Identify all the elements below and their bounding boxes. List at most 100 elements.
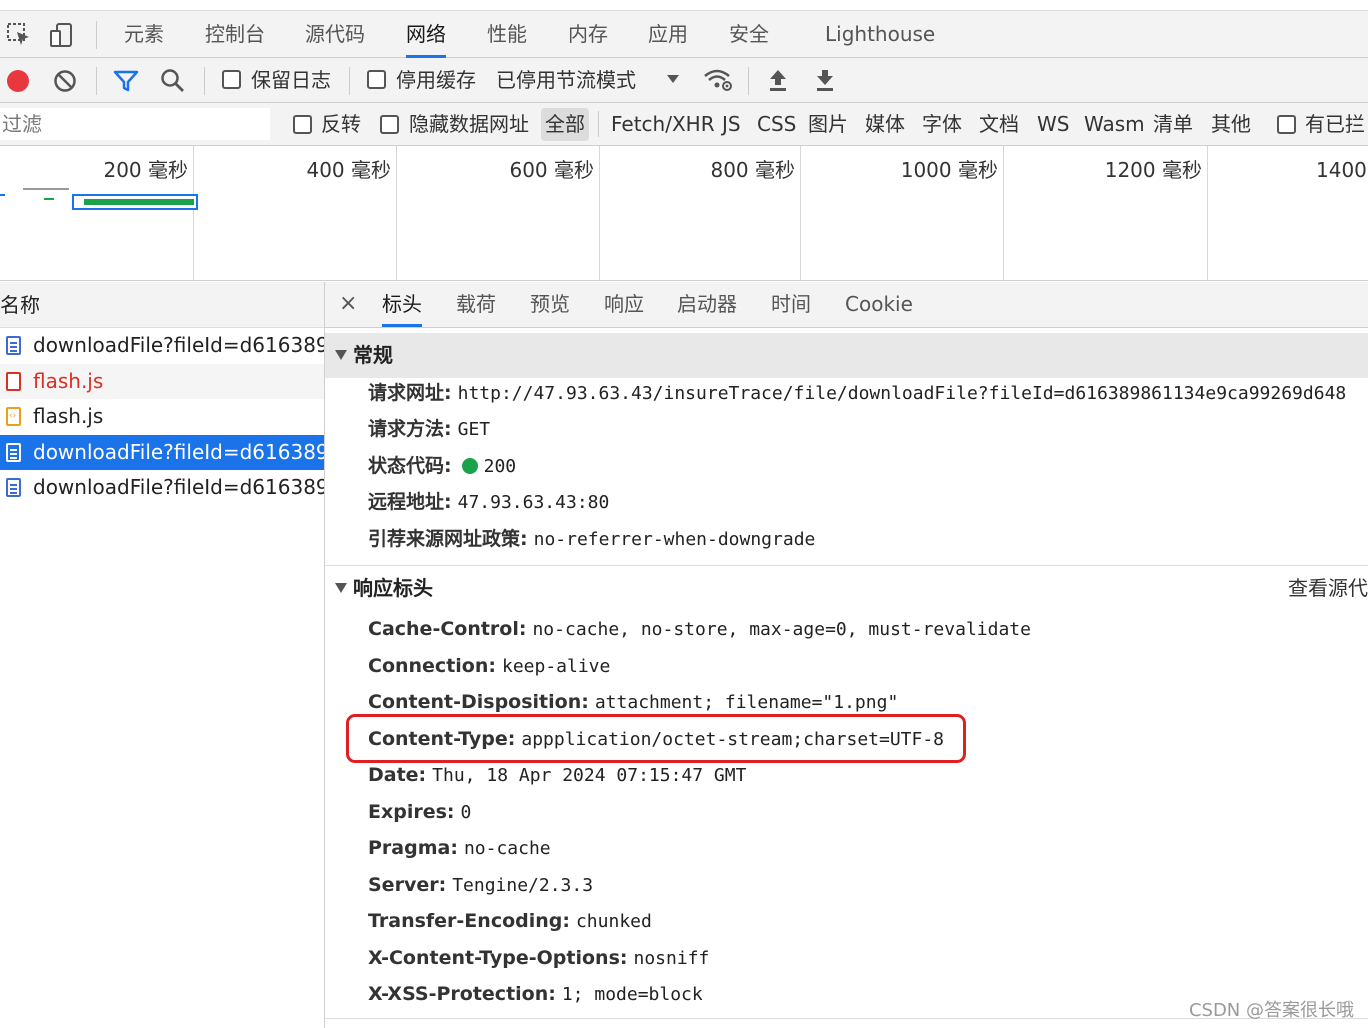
- type-filter-11[interactable]: 其他: [1207, 108, 1255, 141]
- tab-3[interactable]: 网络: [406, 11, 446, 58]
- detail-tab-1[interactable]: 载荷: [456, 282, 496, 327]
- import-har-icon[interactable]: [767, 68, 789, 92]
- request-row[interactable]: flash.js: [0, 363, 324, 399]
- network-toolbar: 保留日志 停用缓存 已停用节流模式: [0, 58, 1368, 103]
- type-filter-1[interactable]: Fetch/XHR: [607, 108, 719, 141]
- type-filter-6[interactable]: 字体: [918, 108, 966, 141]
- detail-tab-5[interactable]: 时间: [771, 282, 811, 327]
- request-row[interactable]: downloadFile?fileId=d616389...: [0, 328, 324, 364]
- clear-icon[interactable]: [53, 69, 77, 93]
- blocked-requests-checkbox[interactable]: [1277, 115, 1296, 134]
- toolbar-divider: [96, 67, 97, 95]
- selected-request-bar: [72, 194, 198, 210]
- invert-label: 反转: [321, 112, 361, 136]
- toolbar-divider: [96, 21, 97, 49]
- header-value[interactable]: keep-alive: [502, 656, 610, 677]
- request-row[interactable]: flash.js: [0, 399, 324, 435]
- device-toolbar-icon[interactable]: [48, 22, 74, 48]
- type-filter-8[interactable]: WS: [1033, 108, 1073, 141]
- preserve-log-checkbox[interactable]: [222, 70, 241, 89]
- inspect-element-icon[interactable]: [6, 22, 32, 48]
- tab-1[interactable]: 控制台: [205, 11, 265, 58]
- filter-divider: [598, 111, 599, 137]
- header-value[interactable]: Tengine/2.3.3: [452, 875, 593, 896]
- response-headers-section-header[interactable]: 响应标头: [325, 566, 1368, 611]
- header-key: 远程地址:: [368, 491, 452, 513]
- header-value[interactable]: chunked: [576, 911, 652, 932]
- tab-6[interactable]: 应用: [648, 11, 688, 58]
- header-key: Content-Disposition:: [368, 691, 589, 713]
- header-value[interactable]: GET: [458, 419, 491, 440]
- header-value[interactable]: 0: [461, 802, 472, 823]
- header-value[interactable]: attachment; filename="1.png": [595, 692, 898, 713]
- header-value[interactable]: 1; mode=block: [562, 984, 703, 1005]
- content-type-highlight-box: [346, 714, 966, 763]
- detail-tab-2[interactable]: 预览: [530, 282, 570, 327]
- throttling-select[interactable]: 已停用节流模式: [496, 58, 636, 103]
- tick-line: [599, 146, 600, 280]
- detail-tab-3[interactable]: 响应: [604, 282, 644, 327]
- name-column-header[interactable]: 名称: [0, 282, 324, 328]
- type-filter-3[interactable]: CSS: [753, 108, 800, 141]
- type-filter-9[interactable]: Wasm: [1080, 108, 1149, 141]
- header-value[interactable]: no-referrer-when-downgrade: [534, 529, 816, 550]
- header-key: 请求网址:: [368, 382, 452, 404]
- filter-icon[interactable]: [113, 69, 139, 93]
- detail-tab-0[interactable]: 标头: [382, 282, 422, 327]
- tab-4[interactable]: 性能: [487, 11, 527, 58]
- tick-line: [193, 146, 194, 280]
- header-key: Pragma:: [368, 837, 458, 859]
- invert-checkbox[interactable]: [293, 115, 312, 134]
- tab-2[interactable]: 源代码: [305, 11, 365, 58]
- filter-input[interactable]: [0, 108, 270, 140]
- request-bar: [44, 198, 54, 200]
- request-row[interactable]: downloadFile?fileId=d616389...: [0, 470, 324, 506]
- preserve-log-label: 保留日志: [251, 68, 331, 92]
- header-key: X-XSS-Protection:: [368, 983, 556, 1005]
- header-key: Transfer-Encoding:: [368, 910, 570, 932]
- header-value[interactable]: no-cache, no-store, max-age=0, must-reva…: [532, 619, 1031, 640]
- header-value[interactable]: 47.93.63.43:80: [458, 492, 610, 513]
- header-value[interactable]: 200: [484, 456, 517, 477]
- view-source-link[interactable]: 查看源代: [1288, 570, 1368, 606]
- chevron-down-icon[interactable]: [666, 72, 680, 86]
- tick-line: [1207, 146, 1208, 280]
- header-value[interactable]: Thu, 18 Apr 2024 07:15:47 GMT: [432, 765, 746, 786]
- disable-cache-label: 停用缓存: [396, 68, 476, 92]
- devtools-panel-tabbar: 元素 控制台 源代码 网络 性能 内存 应用 安全 Lighthouse: [0, 10, 1368, 58]
- response-header-row: Pragma: no-cache: [368, 830, 551, 866]
- type-filter-5[interactable]: 媒体: [861, 108, 909, 141]
- header-key: Connection:: [368, 654, 496, 677]
- timeline-overview[interactable]: 200 毫秒 400 毫秒 600 毫秒 800 毫秒 1000 毫秒 1200 毫秒 14…: [0, 146, 1368, 281]
- type-filter-7[interactable]: 文档: [975, 108, 1023, 141]
- header-key: Cache-Control:: [368, 618, 527, 640]
- tick-line: [396, 146, 397, 280]
- header-value[interactable]: no-cache: [464, 838, 551, 859]
- header-value[interactable]: nosniff: [633, 948, 709, 969]
- filter-bar: 反转 隐藏数据网址 全部 Fetch/XHRJSCSS图片媒体字体文档 WSWasm…: [0, 103, 1368, 146]
- close-icon[interactable]: ×: [339, 282, 357, 326]
- export-har-icon[interactable]: [814, 68, 836, 92]
- header-value[interactable]: http://47.93.63.43/insureTrace/file/down…: [458, 383, 1347, 404]
- detail-tab-6[interactable]: Cookie: [845, 282, 913, 327]
- type-filter-2[interactable]: JS: [718, 108, 745, 141]
- tab-8[interactable]: Lighthouse: [825, 11, 935, 58]
- network-conditions-icon[interactable]: [703, 67, 733, 93]
- tab-5[interactable]: 内存: [568, 11, 608, 58]
- detail-tab-4[interactable]: 启动器: [677, 282, 737, 327]
- record-icon[interactable]: [6, 69, 30, 93]
- hide-data-urls-checkbox[interactable]: [380, 115, 399, 134]
- request-row[interactable]: downloadFile?fileId=d616389...: [0, 434, 324, 470]
- search-icon[interactable]: [160, 68, 186, 94]
- disable-cache-checkbox[interactable]: [367, 70, 386, 89]
- general-row: 远程地址: 47.93.63.43:80: [368, 484, 609, 520]
- general-row: 请求方法: GET: [368, 411, 490, 447]
- type-filter-4[interactable]: 图片: [804, 108, 852, 141]
- general-section-header[interactable]: 常规: [325, 333, 1368, 378]
- tab-0[interactable]: 元素: [124, 11, 164, 58]
- hide-data-urls-label: 隐藏数据网址: [409, 112, 529, 136]
- type-filter-10[interactable]: 清单: [1149, 108, 1197, 141]
- header-key: X-Content-Type-Options:: [368, 946, 628, 969]
- type-filter-0[interactable]: 全部: [541, 108, 589, 141]
- tab-7[interactable]: 安全: [729, 11, 769, 58]
